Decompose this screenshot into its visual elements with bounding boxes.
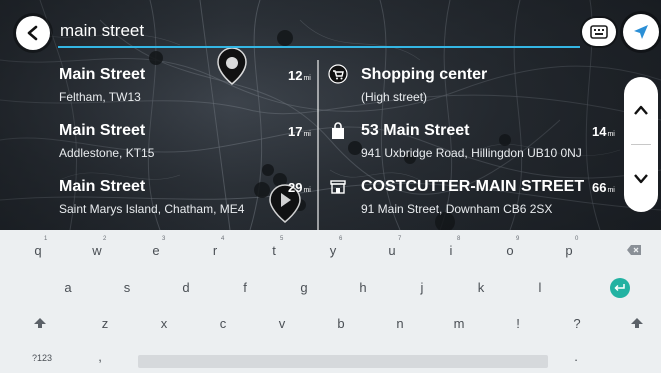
list-divider [317, 60, 319, 230]
keyboard-toggle-button[interactable] [582, 18, 616, 46]
result-subtitle: 91 Main Street, Downham CB6 2SX [361, 202, 553, 216]
key-spacebar[interactable] [138, 355, 548, 368]
key-f[interactable]: f [225, 277, 265, 299]
result-item[interactable]: Main Street Feltham, TW13 12mi [59, 66, 314, 104]
key-b[interactable]: b [321, 313, 361, 335]
chevron-up-icon [634, 105, 648, 115]
shopping-cart-icon [327, 63, 349, 85]
key-n[interactable]: n [380, 313, 420, 335]
key-x[interactable]: x [144, 313, 184, 335]
result-item[interactable]: Shopping center (High street) [361, 66, 616, 104]
result-item[interactable]: 53 Main Street 941 Uxbridge Road, Hillin… [361, 122, 616, 160]
key-numbers[interactable]: ?123 [22, 350, 62, 366]
app-screen: main street Main Street Feltham, TW13 12… [0, 0, 661, 373]
key-j[interactable]: j [402, 277, 442, 299]
result-item[interactable]: Main Street Addlestone, KT15 17mi [59, 122, 314, 160]
keyboard-icon [590, 25, 608, 39]
key-m[interactable]: m [439, 313, 479, 335]
chevron-down-icon [634, 174, 648, 184]
scroll-down-button[interactable] [624, 146, 658, 212]
key-period[interactable]: . [556, 346, 596, 368]
result-subtitle: Feltham, TW13 [59, 90, 141, 104]
result-subtitle: Saint Marys Island, Chatham, ME4 [59, 202, 245, 216]
key-d[interactable]: d [166, 277, 206, 299]
scroll-separator [631, 144, 651, 145]
shift-icon [631, 318, 643, 328]
key-p[interactable]: p0 [549, 236, 589, 262]
result-distance: 17mi [288, 124, 311, 139]
result-subtitle: Addlestone, KT15 [59, 146, 155, 160]
shift-icon [34, 318, 46, 328]
key-a[interactable]: a [48, 277, 88, 299]
key-shift-right[interactable] [617, 313, 657, 335]
key-k[interactable]: k [461, 277, 501, 299]
key-i[interactable]: i8 [431, 236, 471, 262]
result-title: COSTCUTTER-MAIN STREET [361, 178, 585, 195]
key-z[interactable]: z [85, 313, 125, 335]
key-c[interactable]: c [203, 313, 243, 335]
search-input-underline [58, 46, 580, 48]
result-subtitle: 941 Uxbridge Road, Hillingdon UB10 0NJ [361, 146, 582, 160]
result-distance: 12mi [288, 68, 311, 83]
enter-icon [614, 284, 625, 292]
result-title: Main Street [59, 178, 146, 195]
key-y[interactable]: y6 [313, 236, 353, 262]
key-q[interactable]: q1 [18, 236, 58, 262]
key-shift-left[interactable] [20, 313, 60, 335]
arrow-left-icon [27, 25, 38, 41]
key-backspace[interactable] [614, 240, 654, 262]
key-question[interactable]: ? [557, 313, 597, 335]
result-title: Main Street [59, 122, 146, 139]
key-t[interactable]: t5 [254, 236, 294, 262]
key-comma[interactable]: , [80, 346, 120, 368]
result-item[interactable]: Main Street Saint Marys Island, Chatham,… [59, 178, 314, 216]
navigation-arrow-icon [634, 25, 648, 39]
result-subtitle: (High street) [361, 90, 428, 104]
result-title: Main Street [59, 66, 146, 83]
search-input[interactable]: main street [60, 20, 580, 42]
key-enter[interactable] [610, 278, 630, 298]
result-distance: 66mi [592, 180, 615, 195]
backspace-icon [627, 245, 641, 255]
shop-front-icon [327, 176, 349, 198]
result-title: Shopping center [361, 66, 488, 83]
key-u[interactable]: u7 [372, 236, 412, 262]
key-w[interactable]: w2 [77, 236, 117, 262]
result-distance: 14mi [592, 124, 615, 139]
key-exclamation[interactable]: ! [498, 313, 538, 335]
shopping-bag-icon [327, 120, 349, 142]
key-h[interactable]: h [343, 277, 383, 299]
navigate-button[interactable] [623, 14, 659, 50]
key-g[interactable]: g [284, 277, 324, 299]
key-r[interactable]: r4 [195, 236, 235, 262]
key-s[interactable]: s [107, 277, 147, 299]
back-button[interactable] [16, 16, 50, 50]
scroll-up-button[interactable] [624, 77, 658, 143]
result-distance: 29mi [288, 180, 311, 195]
key-l[interactable]: l [520, 277, 560, 299]
result-item[interactable]: COSTCUTTER-MAIN STREET 91 Main Street, D… [361, 178, 616, 216]
key-v[interactable]: v [262, 313, 302, 335]
result-title: 53 Main Street [361, 122, 470, 139]
key-o[interactable]: o9 [490, 236, 530, 262]
key-e[interactable]: e3 [136, 236, 176, 262]
